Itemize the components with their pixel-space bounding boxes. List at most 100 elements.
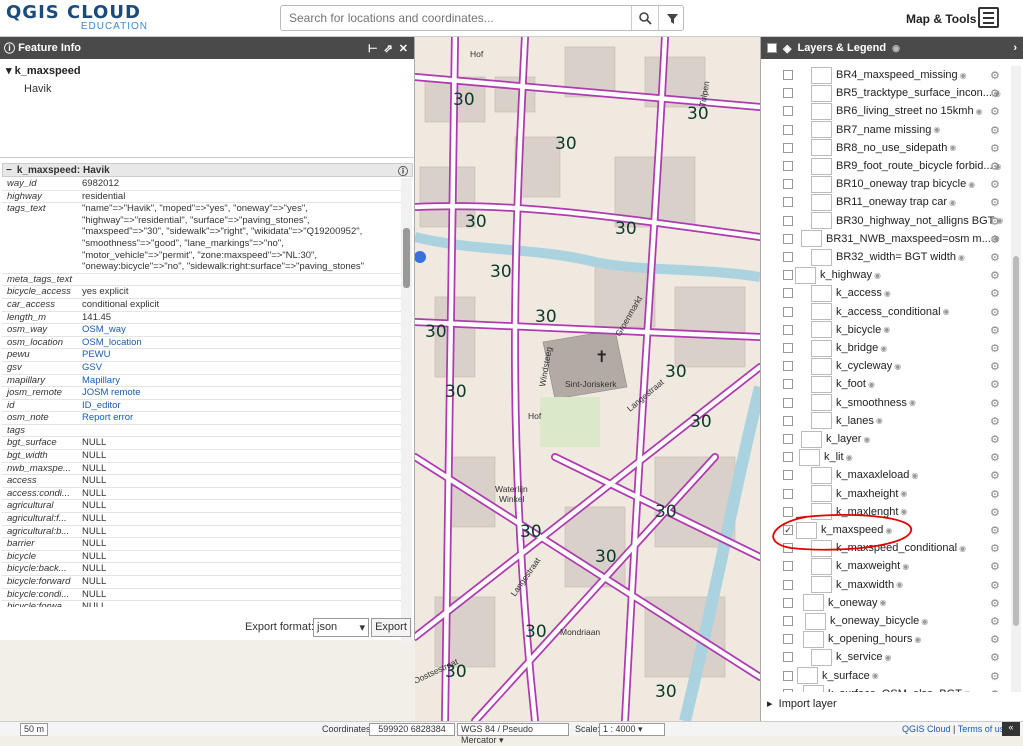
layer-item[interactable]: BR5_tracktype_surface_incon... ◉ — [783, 84, 1001, 102]
collapse-sidebar-icon[interactable]: « — [1002, 722, 1020, 736]
export-format-select[interactable]: json ▾ — [313, 618, 369, 637]
layer-checkbox[interactable] — [783, 106, 793, 117]
layer-settings-gear-icon[interactable]: ⚙ — [990, 124, 1000, 137]
search-input[interactable] — [281, 6, 631, 30]
layer-checkbox[interactable] — [783, 616, 793, 626]
layer-info-icon[interactable]: ◉ — [958, 253, 965, 262]
layer-settings-gear-icon[interactable]: ⚙ — [990, 415, 1000, 428]
map-canvas[interactable]: 30 30 30 30 30 30 30 30 30 30 30 30 30 3… — [415, 37, 760, 721]
eye-icon[interactable]: ◉ — [892, 43, 900, 54]
layer-settings-gear-icon[interactable]: ⚙ — [990, 615, 1000, 628]
layer-settings-gear-icon[interactable]: ⚙ — [990, 342, 1000, 355]
layer-checkbox[interactable] — [783, 579, 793, 590]
layer-info-icon[interactable]: ◉ — [883, 325, 890, 334]
layer-settings-gear-icon[interactable]: ⚙ — [990, 269, 1000, 282]
layer-item[interactable]: BR6_living_street no 15kmh ◉ — [783, 102, 983, 120]
search-button[interactable] — [631, 6, 658, 30]
toggle-all-checkbox[interactable] — [767, 43, 777, 53]
layer-checkbox[interactable] — [783, 306, 793, 317]
layer-settings-gear-icon[interactable]: ⚙ — [990, 287, 1000, 300]
layer-settings-gear-icon[interactable]: ⚙ — [990, 69, 1000, 82]
layer-item[interactable]: k_opening_hours ◉ — [783, 630, 921, 648]
layer-settings-gear-icon[interactable]: ⚙ — [990, 105, 1000, 118]
layer-settings-gear-icon[interactable]: ⚙ — [990, 215, 1000, 228]
layer-checkbox[interactable] — [783, 288, 793, 299]
layer-settings-gear-icon[interactable]: ⚙ — [990, 378, 1000, 391]
layer-item[interactable]: BR4_maxspeed_missing ◉ — [783, 66, 967, 84]
layer-settings-gear-icon[interactable]: ⚙ — [990, 306, 1000, 319]
layer-settings-gear-icon[interactable]: ⚙ — [990, 506, 1000, 519]
collapse-icon[interactable]: − — [6, 165, 12, 176]
layer-settings-gear-icon[interactable]: ⚙ — [990, 651, 1000, 664]
layer-item[interactable]: k_surface_OSM_else_BGT◉ — [783, 685, 971, 692]
layer-settings-gear-icon[interactable]: ⚙ — [990, 87, 1000, 100]
qgis-cloud-logo[interactable]: QGIS CLOUD EDUCATION — [6, 4, 154, 34]
layer-item[interactable]: BR31_NWB_maxspeed=osm m... ◉ — [783, 230, 1000, 248]
layer-info-icon[interactable]: ◉ — [933, 125, 940, 134]
layer-info-icon[interactable]: ◉ — [911, 471, 918, 480]
layer-item[interactable]: BR10_oneway trap bicycle ◉ — [783, 175, 975, 193]
record-info-icon[interactable]: ⓘ — [398, 163, 408, 178]
layer-checkbox[interactable] — [783, 688, 793, 692]
layer-settings-gear-icon[interactable]: ⚙ — [990, 597, 1000, 610]
attribute-link[interactable]: GSV — [82, 362, 401, 374]
layer-settings-gear-icon[interactable]: ⚙ — [990, 196, 1000, 209]
layer-item[interactable]: BR11_oneway trap car ◉ — [783, 193, 956, 211]
attribute-link[interactable]: ID_editor — [82, 400, 401, 412]
layer-settings-gear-icon[interactable]: ⚙ — [990, 488, 1000, 501]
layer-settings-gear-icon[interactable]: ⚙ — [990, 469, 1000, 482]
layer-item[interactable]: BR30_highway_not_alligns BGT ◉ — [783, 212, 1003, 230]
layer-info-icon[interactable]: ◉ — [880, 344, 887, 353]
attribute-scrollbar[interactable] — [401, 178, 412, 646]
layer-settings-gear-icon[interactable]: ⚙ — [990, 160, 1000, 173]
map-tools-label[interactable]: Map & Tools — [906, 12, 976, 26]
scale-select[interactable]: 1 : 4000 ▾ — [599, 723, 665, 736]
layer-info-icon[interactable]: ◉ — [868, 380, 875, 389]
layer-settings-gear-icon[interactable]: ⚙ — [990, 233, 1000, 246]
layer-info-icon[interactable]: ◉ — [900, 489, 907, 498]
layer-checkbox[interactable] — [783, 343, 793, 353]
layer-checkbox[interactable] — [783, 415, 793, 426]
layer-item[interactable]: BR7_name missing ◉ — [783, 121, 940, 139]
layer-settings-gear-icon[interactable]: ⚙ — [990, 688, 1000, 692]
layer-item[interactable]: k_access_conditional ◉ — [783, 303, 950, 321]
record-header[interactable]: − k_maxspeed: Havik ⓘ — [2, 163, 413, 178]
layer-checkbox[interactable] — [783, 379, 793, 390]
layer-info-icon[interactable]: ◉ — [902, 562, 909, 571]
layer-item[interactable]: k_maxaxleload ◉ — [783, 466, 918, 484]
chevron-right-icon[interactable]: › — [1013, 42, 1017, 54]
layer-item[interactable]: k_bicycle ◉ — [783, 321, 890, 339]
layer-item[interactable]: k_lit ◉ — [783, 448, 853, 466]
layer-info-icon[interactable]: ◉ — [896, 580, 903, 589]
layer-settings-gear-icon[interactable]: ⚙ — [990, 142, 1000, 155]
layer-info-icon[interactable]: ◉ — [884, 289, 891, 298]
layer-info-icon[interactable]: ◉ — [909, 398, 916, 407]
layer-item[interactable]: k_smoothness ◉ — [783, 394, 916, 412]
layer-checkbox[interactable] — [783, 270, 793, 281]
layer-settings-gear-icon[interactable]: ⚙ — [990, 670, 1000, 683]
layer-checkbox[interactable] — [783, 252, 793, 262]
layer-info-icon[interactable]: ◉ — [943, 307, 950, 316]
layer-info-icon[interactable]: ◉ — [959, 544, 966, 553]
layer-info-icon[interactable]: ◉ — [949, 198, 956, 207]
layer-settings-gear-icon[interactable]: ⚙ — [990, 451, 1000, 464]
layer-checkbox[interactable] — [783, 161, 793, 171]
layer-checkbox[interactable] — [783, 70, 793, 80]
layer-settings-gear-icon[interactable]: ⚙ — [990, 324, 1000, 337]
layers-scrollbar[interactable] — [1011, 66, 1021, 692]
layer-info-icon[interactable]: ◉ — [976, 107, 983, 116]
layer-checkbox[interactable] — [783, 233, 793, 244]
layer-item[interactable]: k_oneway_bicycle ◉ — [783, 612, 928, 630]
attribute-link[interactable]: PEWU — [82, 349, 401, 361]
attribute-link[interactable]: OSM_way — [82, 324, 401, 336]
layer-item[interactable]: k_service ◉ — [783, 648, 891, 666]
layer-settings-gear-icon[interactable]: ⚙ — [990, 433, 1000, 446]
layer-checkbox[interactable] — [783, 124, 793, 135]
layer-settings-gear-icon[interactable]: ⚙ — [990, 579, 1000, 592]
layer-item[interactable]: k_maxwidth ◉ — [783, 576, 903, 594]
layer-info-icon[interactable]: ◉ — [876, 416, 883, 425]
layer-info-icon[interactable]: ◉ — [960, 71, 967, 80]
layer-checkbox[interactable] — [783, 215, 793, 226]
layer-item[interactable]: k_layer ◉ — [783, 430, 870, 448]
attribute-link[interactable]: JOSM remote — [82, 387, 401, 399]
